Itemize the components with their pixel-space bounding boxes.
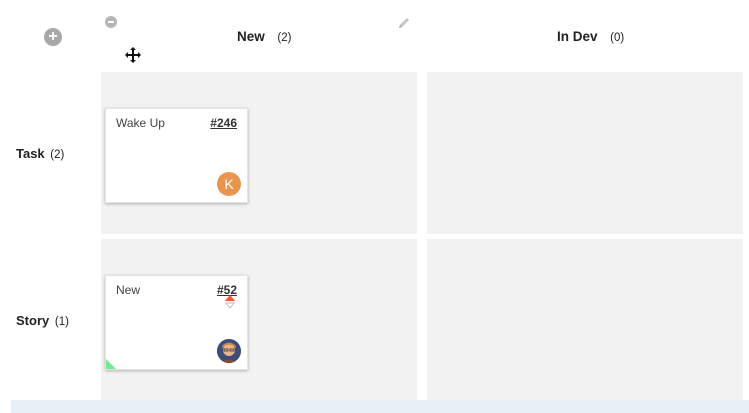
column-title: In Dev	[557, 29, 598, 44]
lane-task-in-dev[interactable]	[427, 72, 743, 234]
column-count: (0)	[610, 32, 625, 44]
row-count: (1)	[54, 316, 69, 328]
avatar[interactable]: K	[217, 172, 241, 196]
avatar[interactable]	[217, 339, 241, 363]
card-title: Wake Up	[116, 116, 165, 130]
board-footer	[11, 400, 749, 413]
add-swimlane-icon[interactable]: +	[44, 28, 62, 46]
card-title: New	[116, 283, 141, 297]
row-title: Story	[16, 313, 50, 328]
column-count: (2)	[277, 32, 292, 44]
card-246[interactable]: Wake Up #246 K	[105, 108, 248, 203]
card-id-link[interactable]: #246	[210, 116, 237, 130]
card-52[interactable]: new New #52	[105, 275, 248, 370]
row-header-task[interactable]: Task (2)	[16, 146, 64, 161]
row-title: Task	[16, 146, 45, 161]
priority-icon	[224, 295, 236, 309]
row-count: (2)	[50, 149, 65, 161]
column-header-new[interactable]: New (2)	[237, 29, 291, 44]
column-title: New	[237, 29, 265, 44]
lane-story-in-dev[interactable]	[427, 239, 743, 401]
new-ribbon: new	[106, 343, 158, 369]
row-header-story[interactable]: Story (1)	[16, 313, 69, 328]
collapse-column-icon[interactable]	[105, 16, 117, 28]
column-header-in-dev[interactable]: In Dev (0)	[557, 29, 624, 44]
edit-column-icon[interactable]	[396, 15, 412, 31]
move-cursor-icon	[125, 47, 141, 63]
